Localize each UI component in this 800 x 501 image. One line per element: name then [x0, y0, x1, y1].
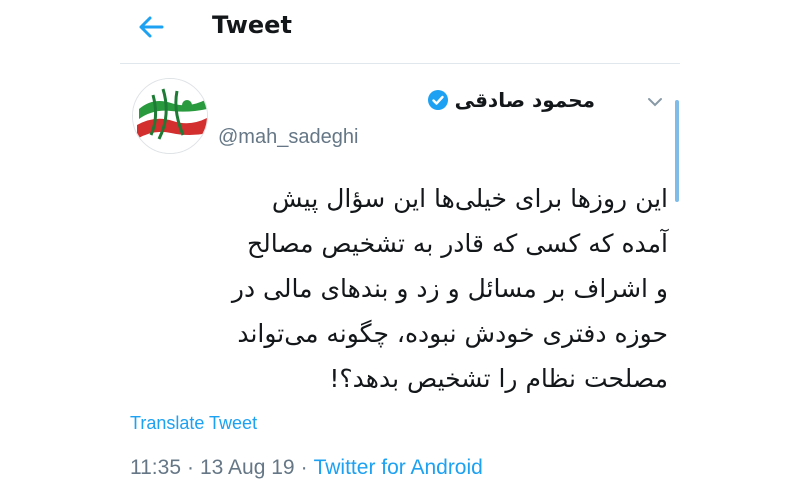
tweet-line: و اشراف بر مسائل و زد و بندهای مالی در — [231, 274, 668, 303]
top-bar: Tweet — [120, 0, 680, 60]
author-display-name[interactable]: محمود صادقی — [455, 88, 595, 112]
tweet-options-button[interactable] — [645, 92, 665, 112]
header-divider — [120, 63, 680, 64]
author-name-row: محمود صادقی — [427, 88, 595, 112]
translate-tweet-link[interactable]: Translate Tweet — [130, 413, 257, 434]
avatar[interactable] — [132, 78, 208, 154]
tweet-metadata: 11:35 · 13 Aug 19 · Twitter for Android — [130, 456, 483, 480]
avatar-flag-logo — [133, 79, 207, 153]
verified-badge-icon — [427, 90, 448, 110]
meta-separator: · — [187, 456, 194, 479]
tweet-line: مصلحت نظام را تشخیص بدهد؟! — [329, 364, 668, 393]
tweet-date: 13 Aug 19 — [200, 456, 295, 479]
meta-separator: · — [300, 456, 308, 479]
scrollbar[interactable] — [675, 100, 679, 202]
tweet-time: 11:35 — [130, 456, 181, 479]
back-button[interactable] — [136, 12, 166, 42]
tweet-line: حوزه دفتری خودش نبوده، چگونه می‌تواند — [237, 319, 668, 348]
tweet-line: آمده که کسی که قادر به تشخیص مصالح — [247, 229, 668, 258]
tweet-source-link[interactable]: Twitter for Android — [314, 456, 483, 480]
page-title: Tweet — [212, 11, 292, 39]
author-handle[interactable]: @mah_sadeghi — [218, 126, 358, 149]
tweet-body: این روزها برای خیلی‌ها این سؤال پیش آمده… — [128, 176, 668, 401]
chevron-down-icon — [648, 98, 662, 107]
arrow-left-icon — [139, 16, 164, 38]
tweet-line: این روزها برای خیلی‌ها این سؤال پیش — [271, 184, 668, 213]
